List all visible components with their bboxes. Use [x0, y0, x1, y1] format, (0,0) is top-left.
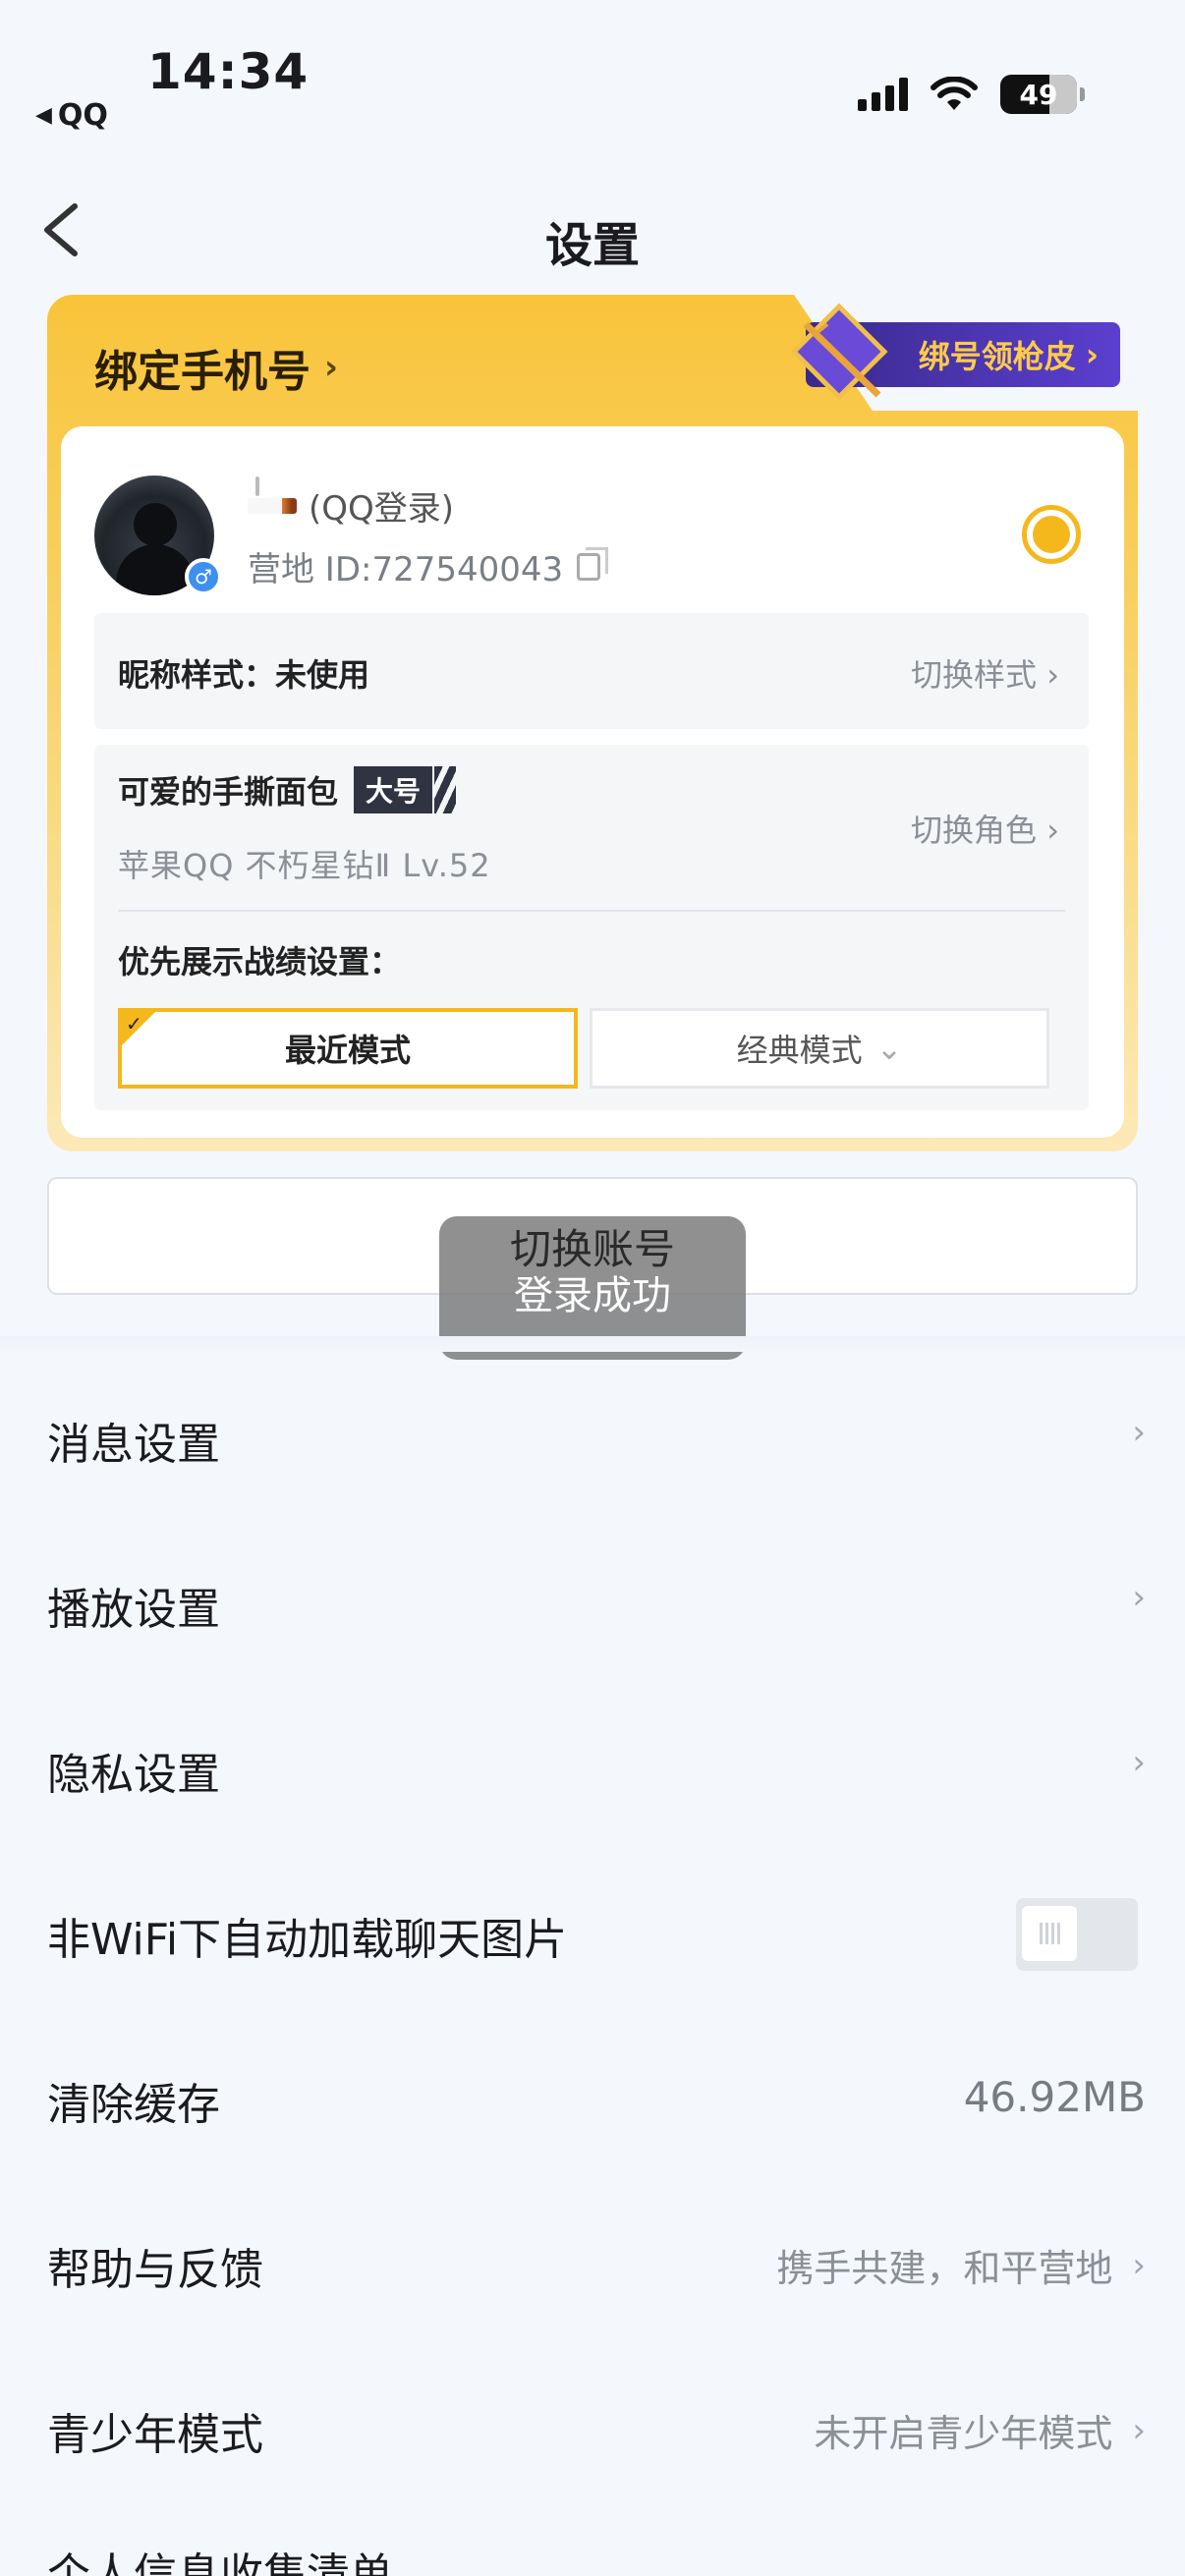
menu-value: 未开启青少年模式	[814, 2412, 1113, 2455]
menu-help-feedback[interactable]: 帮助与反馈 携手共建，和平营地 ›	[0, 2179, 1185, 2344]
chevron-right-icon: ›	[1132, 2245, 1146, 2285]
battery-level: 49	[1019, 78, 1058, 111]
divider	[118, 910, 1065, 912]
user-id: 营地 ID:727540043	[248, 542, 609, 590]
switch-style-label: 切换样式	[911, 656, 1038, 694]
role-section: 可爱的手撕面包 大号 苹果QQ 不朽星钻Ⅱ Lv.52 切换角色 › 优先展示战…	[94, 745, 1089, 1110]
cellular-signal-icon	[858, 78, 908, 111]
cache-size: 46.92MB	[963, 2073, 1146, 2121]
menu-auto-load-images: 非WiFi下自动加载聊天图片	[0, 1849, 1185, 2014]
recent-mode-button[interactable]: ✓ 最近模式	[118, 1008, 578, 1089]
chevron-right-icon: ›	[1132, 1743, 1146, 1782]
role-tag-badge: 大号	[354, 766, 457, 813]
chevron-right-icon: ›	[1046, 656, 1059, 694]
menu-teen-mode[interactable]: 青少年模式 未开启青少年模式 ›	[0, 2344, 1185, 2509]
menu-privacy-settings[interactable]: 隐私设置 ›	[0, 1684, 1185, 1849]
auto-load-toggle[interactable]	[1016, 1898, 1138, 1971]
bind-phone-label: 绑定手机号	[94, 347, 310, 397]
user-id-text: 营地 ID:727540043	[248, 550, 564, 589]
menu-label: 帮助与反馈	[47, 2245, 263, 2295]
recent-mode-label: 最近模式	[284, 1032, 411, 1069]
check-icon: ✓	[126, 1012, 142, 1036]
section-divider	[0, 1336, 1185, 1352]
wifi-icon	[931, 77, 978, 110]
male-icon: ♂	[185, 558, 222, 595]
switch-role-label: 切换角色	[911, 812, 1038, 849]
toggle-knob	[1022, 1906, 1077, 1961]
role-name-text: 可爱的手撕面包	[118, 773, 339, 811]
menu-label: 隐私设置	[47, 1750, 220, 1800]
toast-message: 登录成功	[514, 1273, 671, 1318]
clock: 14:34	[147, 43, 310, 100]
nickname-style-label: 昵称样式：未使用	[118, 656, 370, 694]
switch-style-link[interactable]: 切换样式 ›	[911, 650, 1059, 696]
menu-playback-settings[interactable]: 播放设置 ›	[0, 1519, 1185, 1684]
selected-account-radio[interactable]	[1022, 505, 1081, 564]
chevron-right-icon: ›	[1132, 1413, 1146, 1452]
cigarette-emoji-icon	[248, 476, 297, 514]
gun-skin-icon	[790, 303, 888, 401]
role-info: 苹果QQ 不朽星钻Ⅱ Lv.52	[118, 847, 491, 884]
back-app-label: QQ	[57, 98, 108, 133]
classic-mode-label: 经典模式	[736, 1032, 863, 1069]
menu-message-settings[interactable]: 消息设置 ›	[0, 1354, 1185, 1519]
chevron-right-icon: ›	[1132, 2410, 1146, 2450]
menu-value: 携手共建，和平营地	[776, 2247, 1113, 2290]
menu-label: 青少年模式	[47, 2410, 263, 2460]
chevron-right-icon: ›	[1085, 336, 1099, 373]
classic-mode-dropdown[interactable]: 经典模式 ⌄	[590, 1008, 1049, 1089]
menu-clear-cache[interactable]: 清除缓存 46.92MB	[0, 2014, 1185, 2179]
bind-gun-skin-button[interactable]: 绑号领枪皮 ›	[790, 303, 1120, 401]
promo-label: 绑号领枪皮	[918, 338, 1076, 375]
battery-icon: 49	[1000, 75, 1085, 114]
nav-bar: 设置	[0, 177, 1185, 285]
login-type: (QQ登录)	[309, 489, 455, 529]
copy-icon[interactable]	[577, 546, 609, 581]
status-icons: 49	[858, 75, 1085, 114]
role-name: 可爱的手撕面包 大号	[118, 766, 457, 813]
nickname-style-row[interactable]: 昵称样式：未使用 切换样式 ›	[94, 613, 1089, 729]
account-panel: ♂ (QQ登录) 营地 ID:727540043 昵称样式：未使用 切换样式 ›…	[61, 426, 1124, 1138]
menu-label: 清除缓存	[47, 2080, 220, 2130]
priority-label: 优先展示战绩设置：	[118, 943, 402, 980]
bind-phone-link[interactable]: 绑定手机号 ›	[94, 336, 338, 399]
chevron-right-icon: ›	[1046, 812, 1059, 849]
menu-label: 播放设置	[47, 1585, 220, 1635]
switch-role-link[interactable]: 切换角色 ›	[911, 806, 1059, 851]
back-triangle-icon: ◀	[35, 103, 52, 128]
menu-label: 消息设置	[47, 1420, 220, 1470]
menu-personal-info-list[interactable]: 个人信息收集清单	[47, 2550, 393, 2576]
page-title: 设置	[544, 218, 640, 273]
chevron-right-icon: ›	[324, 348, 339, 387]
chevron-right-icon: ›	[1132, 1578, 1146, 1617]
bind-phone-card: 绑定手机号 › 绑号领枪皮 › ♂ (QQ登录) 营地 ID:727540043…	[47, 295, 1138, 1151]
user-name: (QQ登录)	[248, 476, 455, 530]
status-bar: ◀ QQ 14:34 49	[0, 0, 1185, 138]
back-to-app[interactable]: ◀ QQ	[35, 98, 108, 133]
chevron-down-icon: ⌄	[875, 1030, 903, 1067]
menu-label: 非WiFi下自动加载聊天图片	[47, 1915, 568, 1965]
